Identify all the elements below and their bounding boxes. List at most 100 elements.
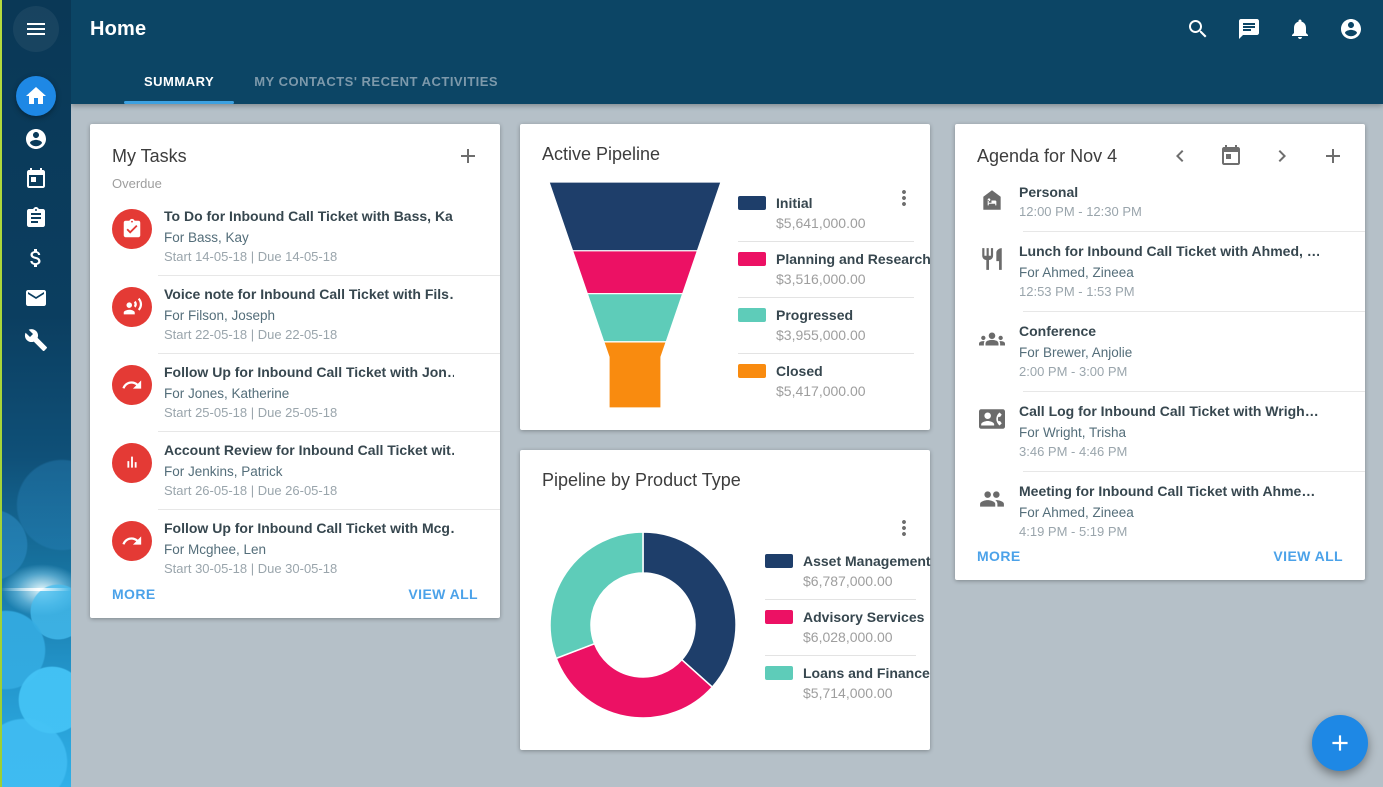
task-title: To Do for Inbound Call Ticket with Bass,… [164, 206, 454, 226]
legend-value: $3,516,000.00 [776, 271, 914, 287]
home-icon [24, 84, 48, 108]
task-type-badge [112, 287, 152, 327]
event-title: Meeting for Inbound Call Ticket with Ahm… [1019, 481, 1319, 501]
agenda-list: Personal 12:00 PM - 12:30 PM Lunch for I… [955, 172, 1365, 551]
contact-phone-icon [979, 406, 1005, 432]
restaurant-icon [979, 246, 1005, 272]
task-dates: Start 26-05-18 | Due 26-05-18 [164, 482, 454, 500]
night-shelter-icon [979, 187, 1005, 213]
legend-item: Loans and Finance $5,714,000.00 [765, 655, 916, 711]
more-button[interactable]: MORE [977, 548, 1021, 564]
legend-item: Planning and Research $3,516,000.00 [738, 241, 914, 297]
task-title: Account Review for Inbound Call Ticket w… [164, 440, 454, 460]
legend-swatch [765, 554, 793, 568]
topbar-actions [1186, 17, 1367, 41]
task-title: Follow Up for Inbound Call Ticket with J… [164, 362, 454, 382]
legend-value: $5,714,000.00 [803, 685, 916, 701]
legend-item: Progressed $3,955,000.00 [738, 297, 914, 353]
chevron-down-icon[interactable] [1327, 190, 1351, 214]
agenda-list-item[interactable]: Call Log for Inbound Call Ticket with Wr… [955, 391, 1365, 471]
add-event-icon[interactable] [1321, 144, 1345, 168]
sidebar-item-settings[interactable] [24, 328, 48, 352]
sidebar-nav [0, 0, 71, 787]
tab-my-contacts-recent-activities[interactable]: MY CONTACTS' RECENT ACTIVITIES [234, 58, 518, 104]
chevron-down-icon[interactable] [1327, 249, 1351, 273]
topbar: Home SUMMARY MY CONTACTS' RECENT ACTIVIT… [71, 0, 1383, 104]
agenda-list-item[interactable]: Conference For Brewer, Anjolie 2:00 PM -… [955, 311, 1365, 391]
legend-swatch [738, 308, 766, 322]
redo-icon [121, 374, 143, 396]
next-day-icon[interactable] [1270, 144, 1294, 168]
groups-icon [979, 326, 1005, 352]
chevron-down-icon[interactable] [462, 370, 486, 394]
view-all-button[interactable]: VIEW ALL [1273, 548, 1343, 564]
previous-day-icon[interactable] [1168, 144, 1192, 168]
screen-edge-accent [0, 0, 2, 787]
event-time: 2:00 PM - 3:00 PM [1019, 363, 1319, 381]
task-list: To Do for Inbound Call Ticket with Bass,… [90, 197, 500, 587]
legend-item: Advisory Services $6,028,000.00 [765, 599, 916, 655]
sidebar-item-contacts[interactable] [24, 127, 48, 151]
sidebar-item-opportunities[interactable] [24, 246, 48, 270]
view-all-button[interactable]: VIEW ALL [408, 586, 478, 602]
task-list-item[interactable]: Account Review for Inbound Call Ticket w… [90, 431, 500, 509]
calendar-icon [24, 167, 48, 191]
event-title: Lunch for Inbound Call Ticket with Ahmed… [1019, 241, 1319, 261]
pipeline-product-card: Pipeline by Product Type Asset Managemen… [520, 450, 930, 750]
active-pipeline-card: Active Pipeline Initial $5,641,000.00 Pl… [520, 124, 930, 430]
agenda-list-item[interactable]: Lunch for Inbound Call Ticket with Ahmed… [955, 231, 1365, 311]
task-type-badge [112, 209, 152, 249]
event-contact: For Ahmed, Zineea [1019, 263, 1319, 282]
task-contact: For Jenkins, Patrick [164, 462, 454, 481]
add-fab-button[interactable] [1312, 715, 1368, 771]
task-contact: For Jones, Katherine [164, 384, 454, 403]
chat-icon[interactable] [1237, 17, 1261, 41]
my-tasks-footer: MORE VIEW ALL [90, 574, 500, 618]
task-type-badge [112, 365, 152, 405]
chevron-down-icon[interactable] [462, 292, 486, 316]
event-time: 12:53 PM - 1:53 PM [1019, 283, 1319, 301]
event-contact: For Wright, Trisha [1019, 423, 1319, 442]
chevron-down-icon[interactable] [1327, 409, 1351, 433]
search-icon[interactable] [1186, 17, 1210, 41]
legend-label: Advisory Services [803, 609, 924, 625]
calendar-icon[interactable] [1219, 144, 1243, 168]
legend-label: Closed [776, 363, 823, 379]
legend-label: Planning and Research [776, 251, 931, 267]
sidebar-item-tasks[interactable] [24, 206, 48, 230]
chevron-down-icon[interactable] [462, 526, 486, 550]
agenda-list-item[interactable]: Personal 12:00 PM - 12:30 PM [955, 172, 1365, 231]
tab-summary[interactable]: SUMMARY [124, 58, 234, 104]
more-options-icon[interactable] [892, 516, 916, 540]
legend-value: $3,955,000.00 [776, 327, 914, 343]
chevron-down-icon[interactable] [462, 448, 486, 472]
sidebar-item-home[interactable] [16, 76, 56, 116]
sidebar-item-email[interactable] [24, 286, 48, 310]
sidebar-item-calendar[interactable] [24, 167, 48, 191]
my-tasks-header: My Tasks [90, 124, 500, 172]
add-task-icon[interactable] [456, 144, 480, 168]
task-list-item[interactable]: Voice note for Inbound Call Ticket with … [90, 275, 500, 353]
chevron-down-icon[interactable] [1327, 489, 1351, 513]
my-tasks-card: My Tasks Overdue To Do for Inbound Call … [90, 124, 500, 618]
legend-swatch [738, 196, 766, 210]
more-button[interactable]: MORE [112, 586, 156, 602]
plus-icon [1327, 730, 1353, 756]
app-window: Home SUMMARY MY CONTACTS' RECENT ACTIVIT… [0, 0, 1383, 787]
chevron-down-icon[interactable] [462, 214, 486, 238]
legend-swatch [738, 364, 766, 378]
task-list-item[interactable]: To Do for Inbound Call Ticket with Bass,… [90, 197, 500, 275]
legend-swatch [738, 252, 766, 266]
topbar-title-row: Home [71, 0, 1383, 58]
legend-value: $5,417,000.00 [776, 383, 914, 399]
legend-swatch [765, 610, 793, 624]
notifications-icon[interactable] [1288, 17, 1312, 41]
card-title: Agenda for Nov 4 [977, 146, 1117, 167]
event-contact: For Brewer, Anjolie [1019, 343, 1319, 362]
agenda-header: Agenda for Nov 4 [955, 124, 1365, 172]
chevron-down-icon[interactable] [1327, 329, 1351, 353]
account-icon[interactable] [1339, 17, 1363, 41]
task-list-item[interactable]: Follow Up for Inbound Call Ticket with J… [90, 353, 500, 431]
event-title: Call Log for Inbound Call Ticket with Wr… [1019, 401, 1319, 421]
tasks-icon [24, 206, 48, 230]
